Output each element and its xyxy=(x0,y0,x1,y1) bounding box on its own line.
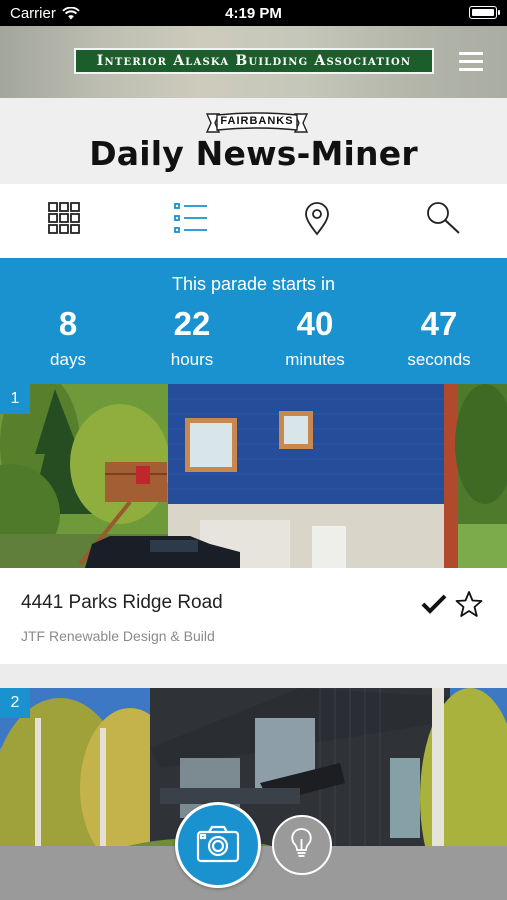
countdown-hours: 22 hours xyxy=(137,302,247,370)
battery-icon xyxy=(469,6,500,19)
parade-countdown: This parade starts in 8 days 22 hours 40… xyxy=(0,258,507,384)
newspaper-masthead[interactable]: FAIRBANKS Daily News-Miner xyxy=(0,98,507,184)
view-toolbar xyxy=(0,184,507,258)
masthead-ribbon-label: FAIRBANKS xyxy=(220,115,294,127)
status-bar: Carrier 4:19 PM xyxy=(0,0,507,26)
countdown-days-label: days xyxy=(50,350,86,369)
grid-view-icon[interactable] xyxy=(42,200,86,244)
countdown-seconds-label: seconds xyxy=(407,350,471,369)
hamburger-menu-icon[interactable] xyxy=(459,52,483,72)
visited-check-icon[interactable] xyxy=(421,592,447,616)
countdown-minutes-label: minutes xyxy=(285,350,345,369)
camera-icon xyxy=(196,825,240,863)
listing-number-badge: 1 xyxy=(0,384,30,414)
listing-photo[interactable] xyxy=(0,384,507,568)
sponsor-logo[interactable]: Interior Alaska Building Association xyxy=(74,48,434,74)
clock: 4:19 PM xyxy=(225,5,282,22)
map-pin-icon[interactable] xyxy=(295,200,339,244)
countdown-seconds: 47 seconds xyxy=(384,302,494,370)
listing-card[interactable]: 1 4441 Parks Ridge Road JTF Renewable De… xyxy=(0,384,507,664)
listing-number-badge: 2 xyxy=(0,688,30,718)
countdown-minutes-value: 40 xyxy=(296,305,334,342)
sponsor-banner[interactable]: Interior Alaska Building Association xyxy=(0,26,507,98)
camera-button[interactable] xyxy=(175,802,261,888)
masthead-title: Daily News-Miner xyxy=(89,134,418,173)
listing-builder: JTF Renewable Design & Build xyxy=(21,628,215,644)
tips-button[interactable] xyxy=(272,815,332,875)
countdown-days-value: 8 xyxy=(58,305,78,342)
favorite-star-icon[interactable] xyxy=(455,590,483,618)
lightbulb-icon xyxy=(291,828,312,857)
countdown-days: 8 days xyxy=(13,302,123,370)
countdown-minutes: 40 minutes xyxy=(260,302,370,370)
list-view-icon[interactable] xyxy=(170,200,214,244)
app-screen: Carrier 4:19 PM Interior Alaska Building… xyxy=(0,0,507,900)
countdown-seconds-value: 47 xyxy=(420,305,458,342)
listing-address[interactable]: 4441 Parks Ridge Road xyxy=(21,592,223,614)
search-icon[interactable] xyxy=(422,200,466,244)
countdown-hours-value: 22 xyxy=(173,305,211,342)
countdown-hours-label: hours xyxy=(170,350,214,369)
countdown-heading: This parade starts in xyxy=(171,274,336,294)
